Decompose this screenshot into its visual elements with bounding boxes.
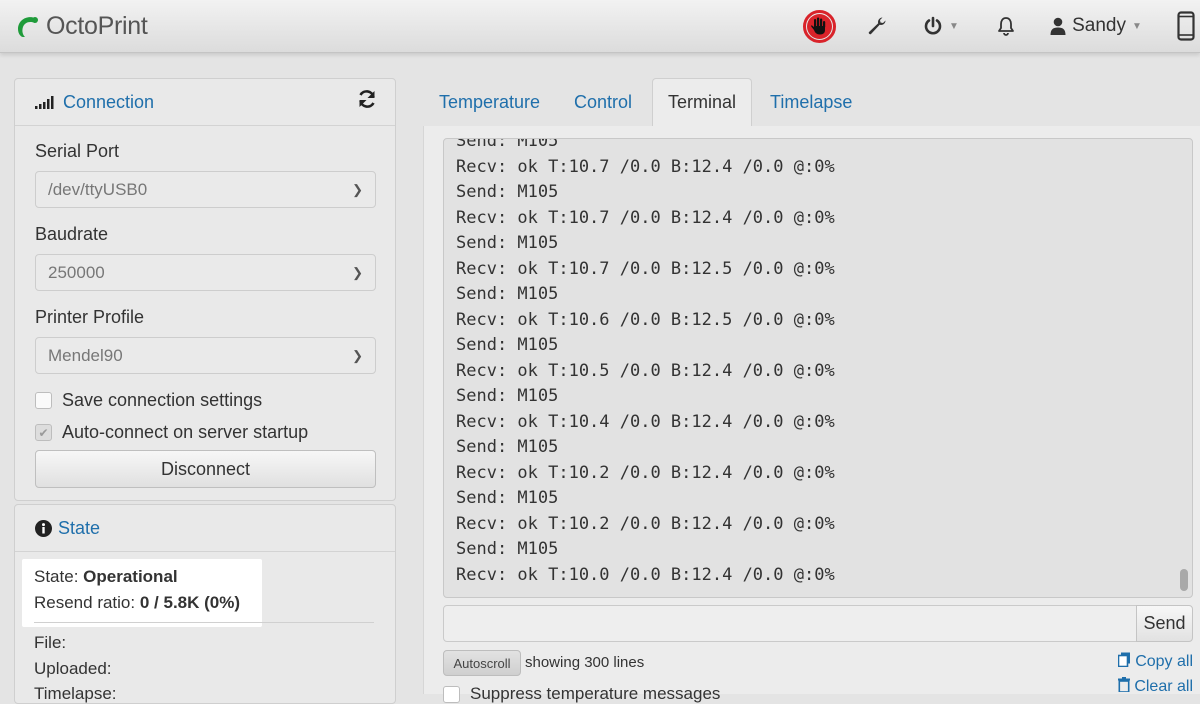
printer-profile-label: Printer Profile xyxy=(35,307,145,327)
command-input[interactable] xyxy=(443,605,1137,642)
refresh-icon[interactable] xyxy=(357,89,377,115)
tab-temperature[interactable]: Temperature xyxy=(439,78,540,126)
brand[interactable]: OctoPrint xyxy=(13,9,148,43)
mobile-phone-icon xyxy=(1177,11,1195,41)
autoconnect-checkbox[interactable]: ✔ Auto-connect on server startup xyxy=(35,422,308,443)
terminal-line: Recv: ok T:10.7 /0.0 B:12.4 /0.0 @:0% xyxy=(456,156,835,177)
terminal-line: Send: M105 xyxy=(456,138,559,151)
notifications-button[interactable] xyxy=(993,0,1019,52)
tab-control[interactable]: Control xyxy=(574,78,632,126)
trash-icon xyxy=(1118,677,1131,696)
wrench-icon xyxy=(868,17,886,35)
resend-ratio: Resend ratio: 0 / 5.8K (0%) xyxy=(34,593,240,613)
terminal-line: Recv: ok T:10.7 /0.0 B:12.4 /0.0 @:0% xyxy=(456,207,835,228)
save-connection-label: Save connection settings xyxy=(62,390,263,410)
tab-timelapse[interactable]: Timelapse xyxy=(770,78,852,126)
chevron-down-icon: ▼ xyxy=(949,20,959,32)
terminal-line: Recv: ok T:10.2 /0.0 B:12.4 /0.0 @:0% xyxy=(456,462,835,483)
bell-icon xyxy=(998,17,1014,36)
chevron-down-icon: ❯ xyxy=(352,347,363,363)
resend-ratio-value: 0 / 5.8K (0%) xyxy=(139,593,241,612)
suppress-temp-label: Suppress temperature messages xyxy=(470,684,721,703)
user-name: Sandy xyxy=(1072,15,1126,36)
system-menu-button[interactable]: ▼ xyxy=(918,0,964,52)
terminal-scrollbar[interactable] xyxy=(1178,139,1188,597)
info-circle-icon xyxy=(35,519,52,537)
checkbox-checked[interactable]: ✔ xyxy=(35,424,52,441)
tab-terminal[interactable]: Terminal xyxy=(652,78,753,127)
state-divider xyxy=(34,622,374,623)
state-status-value: Operational xyxy=(83,567,178,586)
terminal-line: Send: M105 xyxy=(456,539,559,559)
chevron-down-icon: ▼ xyxy=(1131,20,1142,32)
mobile-view-button[interactable] xyxy=(1174,0,1198,52)
serial-port-label: Serial Port xyxy=(35,141,120,161)
terminal-line: Recv: ok T:10.5 /0.0 B:12.4 /0.0 @:0% xyxy=(456,360,835,381)
terminal-line: Send: M105 xyxy=(456,335,559,355)
copy-all-label: Copy all xyxy=(1135,652,1193,670)
chevron-down-icon: ❯ xyxy=(352,264,363,280)
autoscroll-button[interactable]: Autoscroll xyxy=(443,650,521,676)
power-icon xyxy=(924,16,942,35)
baudrate-value: 250000 xyxy=(48,262,105,282)
terminal-line: Send: M105 xyxy=(456,284,559,304)
clear-all-label: Clear all xyxy=(1134,677,1193,695)
save-connection-checkbox[interactable]: Save connection settings xyxy=(35,390,262,411)
baudrate-select[interactable]: 250000 ❯ xyxy=(35,254,376,291)
terminal-lines: Send: M105 Recv: ok T:10.7 /0.0 B:12.4 /0… xyxy=(456,138,1172,588)
showing-lines-text: showing 300 lines xyxy=(525,654,645,671)
user-menu[interactable]: Sandy ▼ xyxy=(1048,0,1144,52)
disconnect-button[interactable]: Disconnect xyxy=(35,450,376,488)
autoconnect-label: Auto-connect on server startup xyxy=(62,422,309,442)
terminal-line: Recv: ok T:10.7 /0.0 B:12.5 /0.0 @:0% xyxy=(456,258,835,279)
user-icon xyxy=(1050,17,1066,35)
printer-profile-select[interactable]: Mendel90 ❯ xyxy=(35,337,376,374)
state-status: State: Operational xyxy=(34,567,178,587)
chevron-down-icon: ❯ xyxy=(352,181,363,197)
resend-ratio-label: Resend ratio: xyxy=(34,593,136,612)
terminal-output[interactable]: Send: M105 Recv: ok T:10.7 /0.0 B:12.4 /0… xyxy=(443,138,1193,598)
baudrate-label: Baudrate xyxy=(35,224,109,244)
emergency-stop-button[interactable] xyxy=(799,0,839,52)
suppress-temp-checkbox[interactable]: Suppress temperature messages xyxy=(443,684,720,704)
clear-all-link[interactable]: Clear all xyxy=(1118,677,1193,696)
timelapse-label: Timelapse: xyxy=(34,684,117,703)
main-tabs: Temperature Control Terminal Timelapse xyxy=(423,78,1200,127)
scrollbar-thumb[interactable] xyxy=(1180,569,1188,591)
uploaded-label: Uploaded: xyxy=(34,659,112,678)
terminal-line: Send: M105 xyxy=(456,437,559,457)
navbar: OctoPrint ▼ Sandy ▼ xyxy=(0,0,1200,53)
serial-port-value: /dev/ttyUSB0 xyxy=(48,179,148,199)
checkbox-unchecked[interactable] xyxy=(35,392,52,409)
hand-stop-icon xyxy=(811,17,826,35)
terminal-line: Send: M105 xyxy=(456,488,559,508)
terminal-line: Send: M105 xyxy=(456,386,559,406)
file-label: File: xyxy=(34,633,67,652)
send-button[interactable]: Send xyxy=(1136,605,1193,642)
state-status-label: State: xyxy=(34,567,79,586)
printer-profile-value: Mendel90 xyxy=(48,345,123,365)
serial-port-select[interactable]: /dev/ttyUSB0 ❯ xyxy=(35,171,376,208)
state-title: State xyxy=(58,517,101,538)
terminal-line: Recv: ok T:10.4 /0.0 B:12.4 /0.0 @:0% xyxy=(456,411,835,432)
octoprint-logo-icon xyxy=(18,17,38,37)
settings-wrench-button[interactable] xyxy=(862,0,892,52)
connection-title: Connection xyxy=(63,91,155,112)
state-panel-header[interactable]: State xyxy=(15,505,395,552)
terminal-line: Send: M105 xyxy=(456,233,559,253)
copy-all-link[interactable]: Copy all xyxy=(1117,652,1193,671)
terminal-line: Recv: ok T:10.0 /0.0 B:12.4 /0.0 @:0% xyxy=(456,564,835,585)
connection-panel-header[interactable]: Connection xyxy=(15,79,395,126)
copy-icon xyxy=(1117,652,1131,671)
brand-name: OctoPrint xyxy=(46,11,148,40)
checkbox-unchecked[interactable] xyxy=(443,685,460,703)
terminal-line: Send: M105 xyxy=(456,182,559,202)
signal-bars-icon xyxy=(35,96,54,109)
connection-panel: Connection Serial Port /dev/ttyUSB0 ❯ Ba… xyxy=(14,78,396,501)
terminal-line: Recv: ok T:10.2 /0.0 B:12.4 /0.0 @:0% xyxy=(456,513,835,534)
terminal-line: Recv: ok T:10.6 /0.0 B:12.5 /0.0 @:0% xyxy=(456,309,835,330)
